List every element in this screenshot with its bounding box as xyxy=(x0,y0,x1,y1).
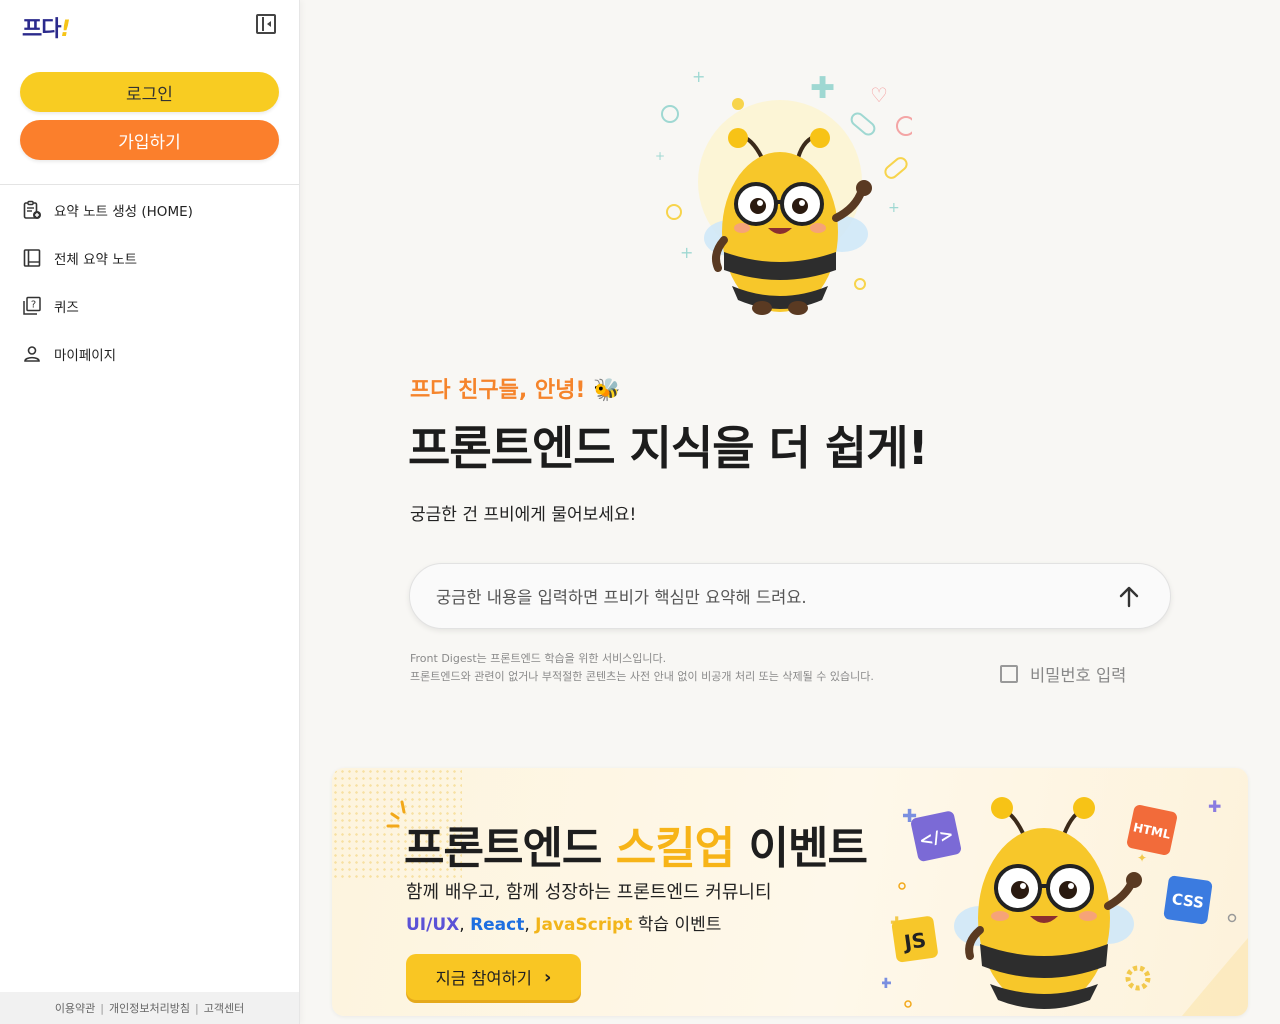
svg-text:+: + xyxy=(692,67,705,86)
banner-tags: UI/UX, React, JavaScript 학습 이벤트 xyxy=(406,910,721,935)
banner-title-highlight: 스킬업 xyxy=(615,823,735,874)
send-button[interactable] xyxy=(1114,582,1144,612)
event-banner[interactable]: 프론트엔드 스킬업 이벤트 함께 배우고, 함께 성장하는 프론트엔드 커뮤니티… xyxy=(332,768,1248,1016)
privacy-link[interactable]: 개인정보처리방침 xyxy=(109,1000,190,1016)
chevron-right-icon: › xyxy=(543,966,552,988)
banner-title: 프론트엔드 스킬업 이벤트 xyxy=(404,812,868,876)
question-input[interactable] xyxy=(436,582,1096,612)
page-subtext: 궁금한 건 프비에게 물어보세요! xyxy=(410,505,637,525)
tag-comma: , xyxy=(459,915,471,935)
page-headline: 프론트엔드 지식을 더 쉽게! xyxy=(408,421,929,475)
sidebar-item-home[interactable]: 요약 노트 생성 (HOME) xyxy=(0,186,299,234)
sidebar-divider xyxy=(0,184,299,185)
bee-mascot-illustration: + ✚ ♡ + + + xyxy=(655,67,912,315)
sidebar-item-label: 전체 요약 노트 xyxy=(54,252,138,268)
sidebar-item-label: 요약 노트 생성 (HOME) xyxy=(54,204,193,220)
book-icon xyxy=(22,248,42,268)
banner-subtitle: 함께 배우고, 함께 성장하는 프론트엔드 커뮤니티 xyxy=(406,882,772,903)
tag-comma: , xyxy=(524,915,536,935)
sidebar-nav: 요약 노트 생성 (HOME) 전체 요약 노트 ? 퀴즈 마이페이지 xyxy=(0,186,299,378)
note-add-icon xyxy=(22,200,42,220)
join-button-label: 지금 참여하기 xyxy=(435,969,532,988)
user-icon xyxy=(22,344,42,364)
service-notice: Front Digest는 프론트엔드 학습을 위한 서비스입니다. 프론트엔드… xyxy=(410,650,874,686)
svg-text:✚: ✚ xyxy=(882,976,892,992)
password-label: 비밀번호 입력 xyxy=(1030,666,1127,685)
password-checkbox[interactable] xyxy=(1000,665,1018,683)
search-box xyxy=(409,563,1171,629)
sidebar-footer: 이용약관 | 개인정보처리방침 | 고객센터 xyxy=(0,992,299,1024)
svg-text:+: + xyxy=(888,200,900,216)
sidebar-item-label: 퀴즈 xyxy=(54,300,79,316)
banner-title-part: 이벤트 xyxy=(734,823,867,874)
arrow-up-icon xyxy=(1119,586,1139,608)
svg-text:✚: ✚ xyxy=(810,71,835,106)
logo-text: 프다 xyxy=(22,17,61,42)
tag-javascript: JavaScript xyxy=(535,915,633,935)
footer-separator: | xyxy=(100,1001,105,1015)
svg-text:✚: ✚ xyxy=(1208,797,1221,816)
support-link[interactable]: 고객센터 xyxy=(204,1000,244,1016)
banner-title-part: 프론트엔드 xyxy=(404,823,616,874)
svg-text:+: + xyxy=(655,149,665,163)
svg-text:?: ? xyxy=(31,300,36,311)
sidebar: 프다! 로그인 가입하기 요약 노트 생성 (HOME) 전체 요약 노트 ? … xyxy=(0,0,300,1024)
tag-react: React xyxy=(470,915,525,935)
footer-separator: | xyxy=(194,1001,199,1015)
banner-bee-illustration: ✚ ✚ ✦ ✚ ✚ </> JS HTML CSS xyxy=(882,797,1248,1016)
svg-text:✦: ✦ xyxy=(1137,851,1147,865)
greeting-text: 프다 친구들, 안녕! 🐝 xyxy=(410,378,621,403)
login-button[interactable]: 로그인 xyxy=(20,72,279,112)
sidebar-item-mypage[interactable]: 마이페이지 xyxy=(0,330,299,378)
svg-text:♡: ♡ xyxy=(870,83,888,107)
notice-line: Front Digest는 프론트엔드 학습을 위한 서비스입니다. xyxy=(410,652,667,665)
collapse-sidebar-icon[interactable] xyxy=(256,14,276,34)
tag-uiux: UI/UX xyxy=(406,915,460,935)
sidebar-item-label: 마이페이지 xyxy=(54,348,117,364)
terms-link[interactable]: 이용약관 xyxy=(55,1000,95,1016)
sidebar-item-all-notes[interactable]: 전체 요약 노트 xyxy=(0,234,299,282)
app-logo[interactable]: 프다! xyxy=(22,11,71,43)
tag-suffix: 학습 이벤트 xyxy=(632,915,722,935)
join-event-button[interactable]: 지금 참여하기 › xyxy=(406,954,581,1000)
notice-line: 프론트엔드와 관련이 없거나 부적절한 콘텐츠는 사전 안내 없이 비공개 처리… xyxy=(410,670,874,683)
password-toggle[interactable]: 비밀번호 입력 xyxy=(1000,662,1126,686)
sidebar-item-quiz[interactable]: ? 퀴즈 xyxy=(0,282,299,330)
quiz-icon: ? xyxy=(22,296,42,316)
js-badge-text: JS xyxy=(901,928,928,955)
signup-button[interactable]: 가입하기 xyxy=(20,120,279,160)
logo-bang: ! xyxy=(60,17,70,42)
svg-text:+: + xyxy=(680,243,693,262)
